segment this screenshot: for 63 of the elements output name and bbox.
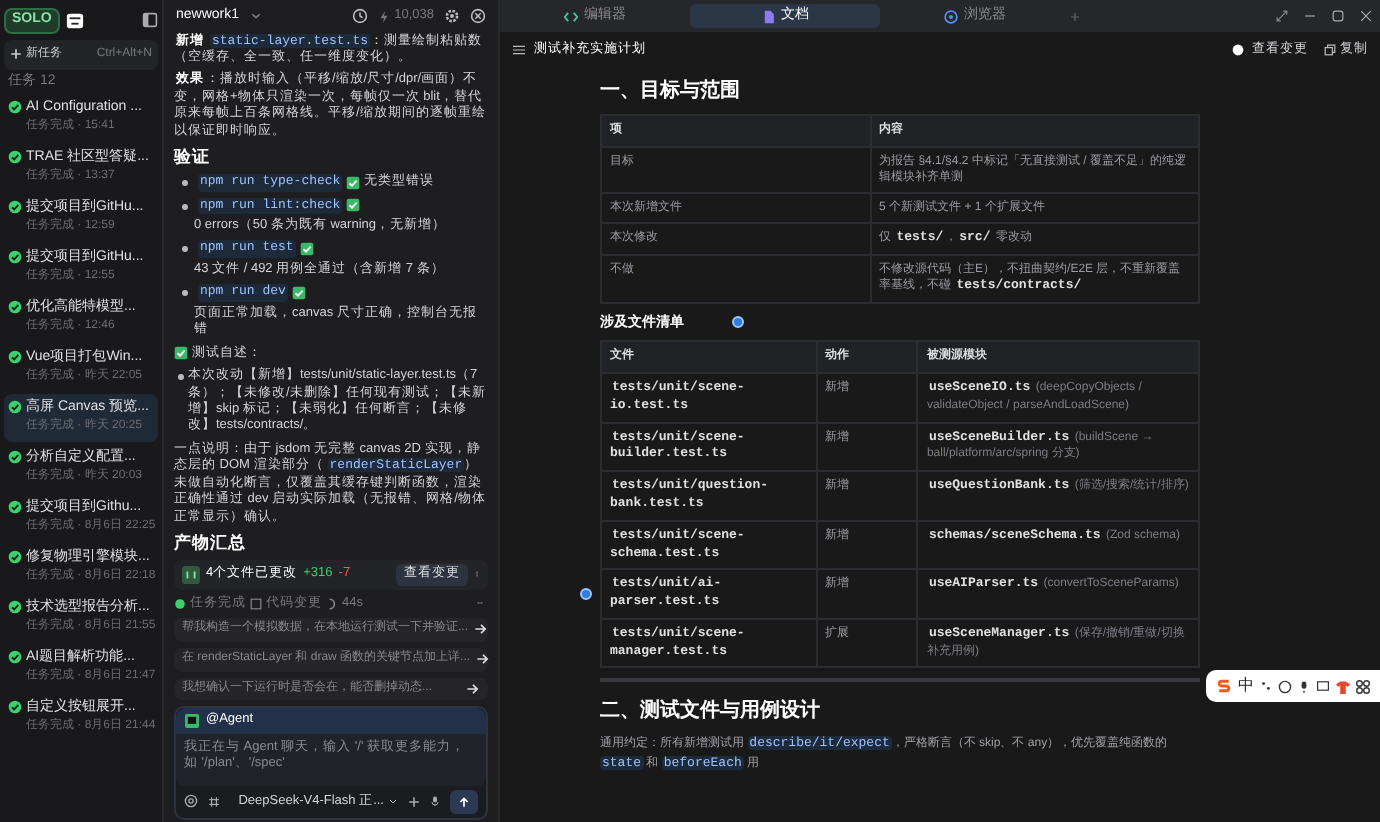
compass-icon — [944, 9, 958, 23]
caret-icon[interactable] — [249, 10, 262, 23]
microphone-icon[interactable] — [430, 794, 440, 809]
check-circle-icon — [8, 500, 22, 514]
microphone-icon[interactable] — [1298, 679, 1310, 693]
section-heading: 一、目标与范围 — [600, 77, 742, 106]
checkbox-icon — [346, 198, 361, 213]
check-circle-icon — [8, 400, 22, 414]
close-circle-icon[interactable] — [470, 8, 486, 25]
menu-icon[interactable] — [512, 43, 526, 56]
check-circle-icon — [8, 450, 22, 464]
toggle-dot-icon[interactable] — [1232, 43, 1244, 56]
plus-icon[interactable] — [408, 795, 420, 808]
settings-icon[interactable] — [444, 8, 460, 25]
check-circle-icon — [8, 550, 22, 564]
terminal-icon — [184, 714, 200, 729]
section-heading: 产物汇总 — [174, 532, 248, 555]
check-circle-icon — [8, 200, 22, 214]
checkbox-icon — [291, 286, 306, 301]
section-heading: 验证 — [174, 146, 212, 169]
arrow-right-icon — [476, 652, 491, 667]
checkbox-icon — [299, 242, 314, 257]
check-circle-icon — [8, 700, 22, 714]
checkbox-icon — [346, 175, 361, 190]
check-circle-icon — [8, 100, 22, 114]
copy-icon — [1324, 43, 1336, 56]
checkbox-icon — [174, 346, 188, 361]
arrow-up-icon — [458, 795, 470, 808]
sidebar-toggle-icon[interactable] — [142, 12, 158, 29]
bullet-icon — [182, 203, 188, 210]
check-circle-icon — [8, 600, 22, 614]
lightning-icon — [378, 9, 391, 24]
check-circle-icon — [8, 300, 22, 314]
comment-marker-icon[interactable] — [580, 588, 592, 600]
document-icon — [761, 9, 775, 23]
check-circle-icon — [8, 150, 22, 164]
grid-icon[interactable] — [1356, 679, 1370, 693]
restore-icon[interactable] — [1332, 10, 1344, 22]
bullet-icon — [182, 246, 188, 253]
history-icon[interactable] — [352, 8, 369, 25]
bullet-icon — [182, 180, 188, 187]
expand-icon[interactable] — [1276, 10, 1288, 22]
check-circle-icon — [8, 350, 22, 364]
arrow-right-icon — [466, 681, 480, 696]
minimize-icon[interactable] — [1304, 10, 1316, 22]
shirt-icon[interactable] — [1336, 679, 1350, 693]
check-circle-icon — [8, 650, 22, 664]
ime-logo-icon[interactable] — [1216, 678, 1232, 694]
send-button[interactable] — [450, 789, 478, 814]
ime-mode[interactable]: 中 — [1238, 674, 1254, 698]
code-icon — [564, 9, 578, 23]
file-diff-icon — [182, 565, 200, 584]
check-circle-icon — [8, 250, 22, 264]
arrow-right-icon — [474, 622, 489, 637]
comment-marker-icon[interactable] — [732, 315, 744, 328]
grid-icon[interactable] — [208, 795, 220, 808]
plus-icon — [10, 48, 22, 60]
punctuation-icon[interactable] — [1260, 680, 1272, 692]
bullet-icon — [182, 290, 188, 297]
section-heading: 二、测试文件与用例设计 — [600, 697, 822, 727]
bullet-icon — [178, 374, 184, 381]
status-dot-icon — [174, 597, 186, 610]
close-icon[interactable] — [1360, 10, 1372, 22]
